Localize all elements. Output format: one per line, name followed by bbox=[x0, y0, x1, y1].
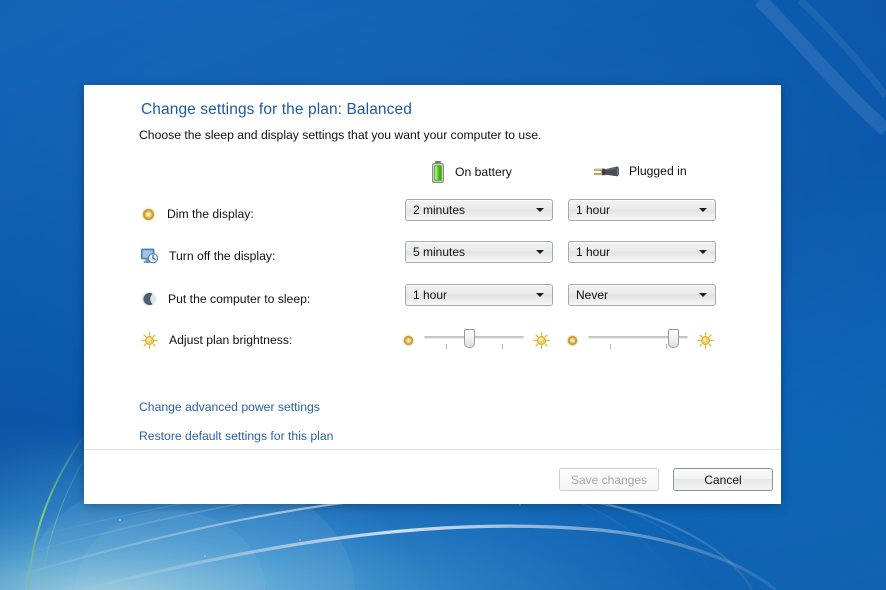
settings-row-adjust-plan-brightness: Adjust plan brightness: bbox=[84, 325, 781, 355]
select-value: Never bbox=[576, 288, 609, 302]
sleep-moon-icon bbox=[141, 291, 157, 307]
slider-thumb[interactable] bbox=[668, 329, 679, 348]
battery-icon bbox=[430, 161, 446, 183]
select-value: 2 minutes bbox=[413, 203, 466, 217]
brightness-slider-on-battery[interactable] bbox=[424, 327, 524, 353]
row-label-text: Put the computer to sleep: bbox=[168, 292, 311, 306]
row-label-text: Adjust plan brightness: bbox=[169, 333, 293, 347]
sleep-on-battery-select[interactable]: 1 hour bbox=[405, 284, 553, 306]
settings-row-dim-the-display: Dim the display: 2 minutes 1 hour bbox=[84, 199, 781, 229]
row-label-dim-the-display: Dim the display: bbox=[141, 199, 254, 229]
brightness-low-icon bbox=[402, 334, 415, 347]
chevron-down-icon bbox=[699, 250, 707, 254]
row-label-put-the-computer-to-sleep: Put the computer to sleep: bbox=[141, 284, 310, 314]
chevron-down-icon bbox=[699, 208, 707, 212]
brightness-slider-plugged-in[interactable] bbox=[588, 327, 688, 353]
link-change-advanced-power-settings[interactable]: Change advanced power settings bbox=[139, 400, 320, 414]
power-plan-settings-dialog: Change settings for the plan: Balanced C… bbox=[84, 85, 781, 504]
brightness-slider-plugged-in-group bbox=[566, 325, 714, 355]
dialog-footer: Save changes Cancel bbox=[84, 449, 781, 504]
slider-thumb[interactable] bbox=[464, 329, 475, 348]
column-header-on-battery: On battery bbox=[430, 161, 512, 183]
brightness-slider-on-battery-group bbox=[402, 325, 550, 355]
column-header-label: Plugged in bbox=[629, 164, 687, 178]
turn-off-display-plugged-in-select[interactable]: 1 hour bbox=[568, 241, 716, 263]
select-value: 1 hour bbox=[576, 203, 611, 217]
row-label-turn-off-the-display: Turn off the display: bbox=[141, 241, 275, 271]
column-header-label: On battery bbox=[455, 165, 512, 179]
select-value: 1 hour bbox=[413, 288, 448, 302]
page-title: Change settings for the plan: Balanced bbox=[141, 101, 412, 118]
turn-off-display-on-battery-select[interactable]: 5 minutes bbox=[405, 241, 553, 263]
chevron-down-icon bbox=[536, 293, 544, 297]
column-header-plugged-in: Plugged in bbox=[594, 161, 687, 181]
slider-tick bbox=[610, 344, 611, 349]
row-label-adjust-plan-brightness: Adjust plan brightness: bbox=[141, 325, 292, 355]
save-changes-button[interactable]: Save changes bbox=[559, 468, 659, 491]
settings-row-put-the-computer-to-sleep: Put the computer to sleep: 1 hour Never bbox=[84, 284, 781, 314]
cancel-button[interactable]: Cancel bbox=[673, 468, 773, 491]
dialog-content: Change settings for the plan: Balanced C… bbox=[84, 85, 781, 449]
sleep-plugged-in-select[interactable]: Never bbox=[568, 284, 716, 306]
select-value: 5 minutes bbox=[413, 245, 466, 259]
brightness-sun-icon bbox=[141, 331, 158, 349]
dim-display-on-battery-select[interactable]: 2 minutes bbox=[405, 199, 553, 221]
chevron-down-icon bbox=[536, 250, 544, 254]
chevron-down-icon bbox=[536, 208, 544, 212]
row-label-text: Dim the display: bbox=[167, 207, 254, 221]
select-value: 1 hour bbox=[576, 245, 611, 259]
slider-tick bbox=[666, 344, 667, 349]
brightness-high-icon bbox=[533, 331, 550, 349]
chevron-down-icon bbox=[699, 293, 707, 297]
settings-row-turn-off-the-display: Turn off the display: 5 minutes 1 hour bbox=[84, 241, 781, 271]
monitor-clock-icon bbox=[141, 248, 159, 264]
slider-tick bbox=[446, 344, 447, 349]
brightness-high-icon bbox=[697, 331, 714, 349]
row-label-text: Turn off the display: bbox=[169, 249, 276, 263]
page-subtitle: Choose the sleep and display settings th… bbox=[139, 128, 542, 142]
dim-display-icon bbox=[141, 207, 156, 222]
brightness-low-icon bbox=[566, 334, 579, 347]
power-plug-icon bbox=[594, 161, 620, 181]
link-restore-default-settings[interactable]: Restore default settings for this plan bbox=[139, 429, 333, 443]
dim-display-plugged-in-select[interactable]: 1 hour bbox=[568, 199, 716, 221]
slider-tick bbox=[502, 344, 503, 349]
